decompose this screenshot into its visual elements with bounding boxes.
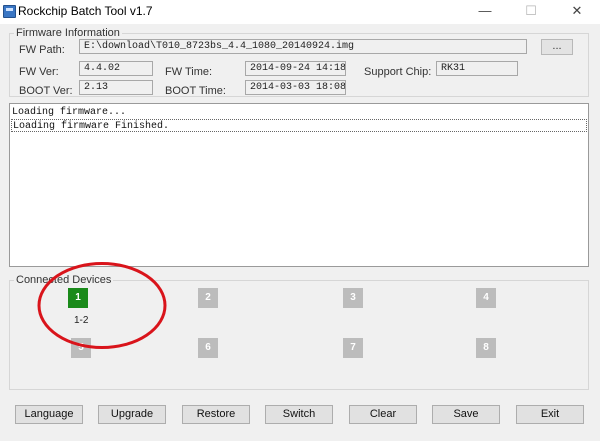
- clear-button[interactable]: Clear: [349, 405, 417, 424]
- boot-time-field: 2014-03-03 18:08:38: [245, 80, 346, 95]
- connected-devices-group: [9, 280, 589, 390]
- log-line-selected: Loading firmware Finished.: [11, 119, 587, 132]
- device-slot-1-caption: 1-2: [74, 315, 89, 326]
- device-slot-1[interactable]: 1: [68, 288, 88, 308]
- fw-path-label: FW Path:: [19, 44, 65, 56]
- browse-button[interactable]: ...: [541, 39, 573, 55]
- upgrade-button[interactable]: Upgrade: [98, 405, 166, 424]
- restore-button[interactable]: Restore: [182, 405, 250, 424]
- minimize-button[interactable]: —: [462, 0, 508, 24]
- boot-ver-field: 2.13: [79, 80, 153, 95]
- log-output[interactable]: Loading firmware... Loading firmware Fin…: [9, 103, 589, 267]
- language-button[interactable]: Language: [15, 405, 83, 424]
- fw-time-field: 2014-09-24 14:18:51: [245, 61, 346, 76]
- device-slot-8[interactable]: 8: [476, 338, 496, 358]
- support-chip-label: Support Chip:: [364, 66, 432, 78]
- exit-button[interactable]: Exit: [516, 405, 584, 424]
- maximize-button[interactable]: ☐: [508, 0, 554, 24]
- device-slot-5[interactable]: 5: [71, 338, 91, 358]
- save-button[interactable]: Save: [432, 405, 500, 424]
- firmware-info-title: Firmware Information: [14, 27, 122, 39]
- fw-ver-field: 4.4.02: [79, 61, 153, 76]
- device-slot-7[interactable]: 7: [343, 338, 363, 358]
- fw-time-label: FW Time:: [165, 66, 213, 78]
- support-chip-field: RK31: [436, 61, 518, 76]
- log-line: Loading firmware...: [12, 107, 127, 118]
- rockchip-app-icon: [3, 5, 16, 18]
- boot-time-label: BOOT Time:: [165, 85, 226, 97]
- device-slot-3[interactable]: 3: [343, 288, 363, 308]
- fw-ver-label: FW Ver:: [19, 66, 59, 78]
- connected-devices-title: Connected Devices: [14, 274, 114, 286]
- window-title: Rockchip Batch Tool v1.7: [18, 4, 153, 18]
- fw-path-field[interactable]: E:\download\T010_8723bs_4.4_1080_2014092…: [79, 39, 527, 54]
- device-slot-4[interactable]: 4: [476, 288, 496, 308]
- boot-ver-label: BOOT Ver:: [19, 85, 73, 97]
- switch-button[interactable]: Switch: [265, 405, 333, 424]
- title-bar: Rockchip Batch Tool v1.7 — ☐ ✕: [0, 0, 600, 24]
- close-button[interactable]: ✕: [554, 0, 600, 24]
- device-slot-6[interactable]: 6: [198, 338, 218, 358]
- device-slot-2[interactable]: 2: [198, 288, 218, 308]
